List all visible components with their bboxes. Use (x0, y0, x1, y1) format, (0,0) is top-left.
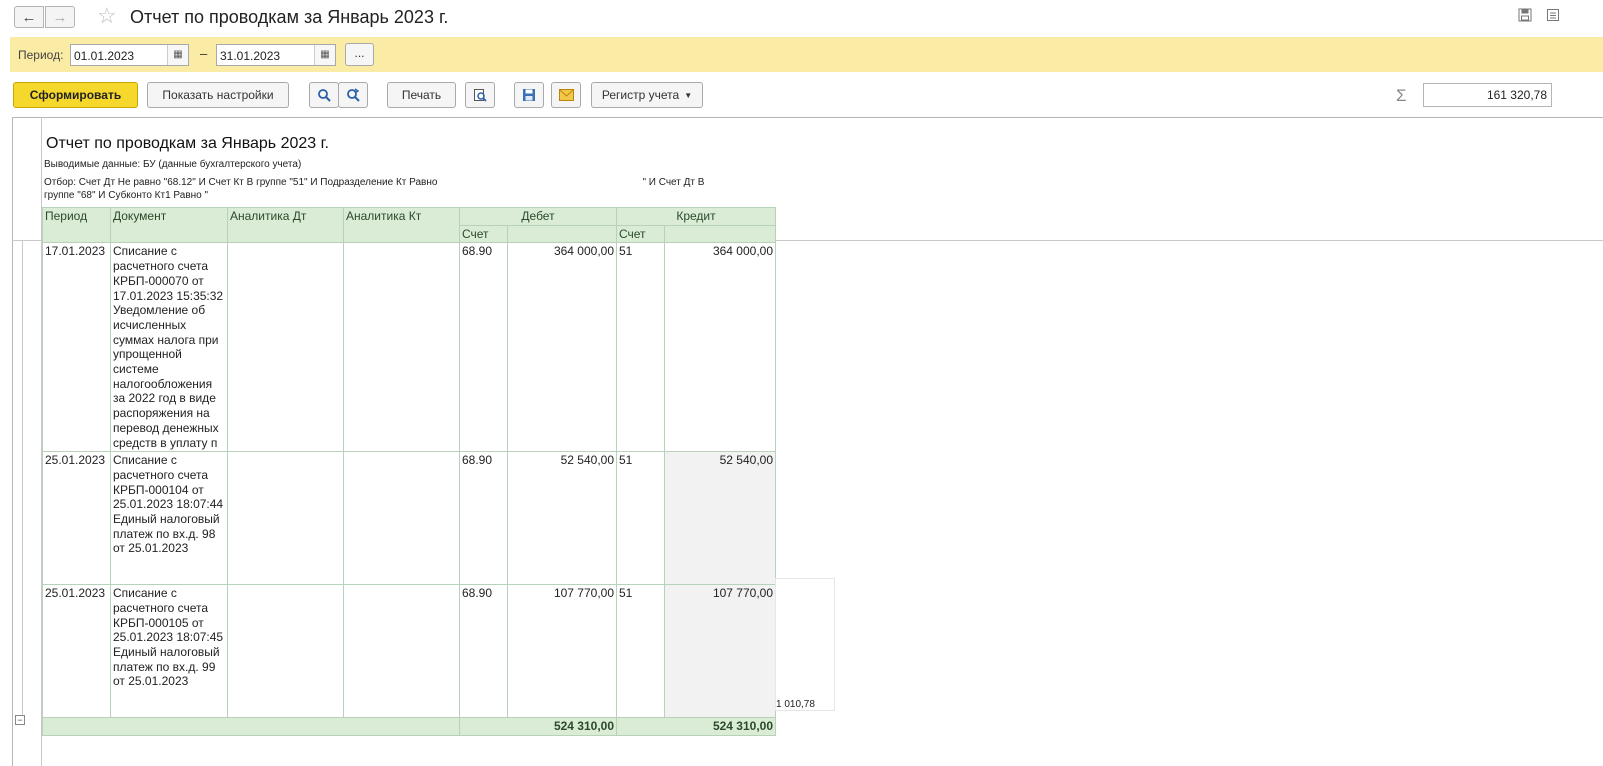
header-analytics-dt: Аналитика Дт (227, 206, 344, 244)
calendar-icon[interactable]: ▦ (167, 45, 188, 65)
header-kt-account: Счет (616, 224, 665, 244)
print-preview-button[interactable] (465, 82, 495, 108)
arrow-right-icon: → (52, 8, 68, 26)
cell-analytics-dt (227, 451, 344, 586)
period-label: Период: (18, 48, 64, 62)
selection-sum-field[interactable]: 161 320,78 (1423, 83, 1552, 107)
header-kt-amount (664, 224, 776, 244)
period-to-value: 31.01.2023 (220, 49, 281, 63)
side-cell (775, 578, 835, 711)
cell-kt-amount: 52 540,00 (664, 451, 776, 586)
send-email-button[interactable] (551, 82, 581, 108)
period-from-input[interactable]: 01.01.2023 ▦ (70, 44, 189, 66)
forward-button[interactable]: → (45, 6, 75, 28)
filter-line-1-end: " И Счет Дт В (642, 177, 705, 188)
cell-dt-account: 68.90 (459, 451, 508, 586)
table-row[interactable]: 25.01.2023 Списание с расчетного счета К… (42, 451, 776, 586)
more-icon[interactable] (1545, 8, 1561, 24)
arrow-left-icon: ← (21, 8, 37, 26)
floppy-icon (523, 89, 535, 101)
period-dash: – (200, 46, 208, 61)
header-dt-account: Счет (459, 224, 508, 244)
cell-document[interactable]: Списание с расчетного счета КРБП-000104 … (110, 451, 228, 586)
table-row[interactable]: 17.01.2023 Списание с расчетного счета К… (42, 242, 776, 453)
report-filter: Отбор: Счет Дт Не равно "68.12" И Счет К… (44, 176, 764, 202)
select-period-button[interactable]: ... (345, 43, 374, 66)
table-row[interactable]: 25.01.2023 Списание с расчетного счета К… (42, 584, 776, 719)
header-debit: Дебет (459, 207, 617, 226)
cell-analytics-dt (227, 584, 344, 719)
header-dt-amount (507, 224, 617, 244)
total-row: 524 310,00 524 310,00 (42, 717, 776, 736)
report-table: Период Документ Аналитика Дт Аналитика К… (42, 206, 776, 736)
cell-period: 25.01.2023 (42, 584, 111, 719)
cell-analytics-kt-redacted (343, 584, 460, 719)
cell-document[interactable]: Списание с расчетного счета КРБП-000070 … (110, 242, 228, 453)
cell-dt-account: 68.90 (459, 242, 508, 453)
search-button[interactable] (309, 82, 339, 108)
cell-period: 17.01.2023 (42, 242, 111, 453)
cell-document[interactable]: Списание с расчетного счета КРБП-000105 … (110, 584, 228, 719)
report-output-info: Выводимые данные: БУ (данные бухгалтерск… (44, 159, 302, 170)
period-bar: Период: 01.01.2023 ▦ – 31.01.2023 ▦ ... (10, 37, 1603, 72)
total-debit: 524 310,00 (459, 717, 617, 736)
cell-dt-account: 68.90 (459, 584, 508, 719)
cell-kt-account: 51 (616, 584, 665, 719)
header-credit: Кредит (616, 207, 776, 226)
cell-kt-amount: 364 000,00 (664, 242, 776, 453)
cell-period: 25.01.2023 (42, 451, 111, 586)
caret-down-icon: ▼ (684, 90, 693, 100)
header-analytics-kt: Аналитика Кт (343, 206, 460, 244)
cell-analytics-kt-redacted (343, 451, 460, 586)
search-next-button[interactable] (338, 82, 368, 108)
period-from-value: 01.01.2023 (74, 49, 135, 63)
cell-analytics-kt-redacted (343, 242, 460, 453)
sigma-icon: Σ (1396, 86, 1407, 105)
floppy-icon[interactable] (1517, 8, 1533, 24)
title-bar: ← → ☆ Отчет по проводкам за Январь 2023 … (0, 0, 1603, 36)
cell-kt-account: 51 (616, 242, 665, 453)
register-dropdown[interactable]: Регистр учета ▼ (591, 82, 703, 108)
generate-button[interactable]: Сформировать (13, 82, 138, 108)
cell-dt-amount: 52 540,00 (507, 451, 617, 586)
collapse-group-icon[interactable]: − (15, 715, 25, 725)
header-document: Документ (110, 206, 228, 244)
filter-line-2: группе "68" И Субконто Кт1 Равно " (44, 190, 209, 201)
cell-dt-amount: 364 000,00 (507, 242, 617, 453)
filter-line-1: Отбор: Счет Дт Не равно "68.12" И Счет К… (44, 177, 438, 188)
back-button[interactable]: ← (14, 6, 44, 28)
window-title: Отчет по проводкам за Январь 2023 г. (130, 7, 449, 27)
search-refresh-icon (347, 88, 360, 102)
total-credit: 524 310,00 (616, 717, 776, 736)
favorite-star-icon[interactable]: ☆ (97, 3, 117, 29)
group-line (22, 241, 23, 725)
calendar-icon[interactable]: ▦ (314, 45, 335, 65)
cell-kt-account: 51 (616, 451, 665, 586)
register-label: Регистр учета (601, 88, 680, 102)
save-button[interactable] (514, 82, 544, 108)
cell-analytics-dt (227, 242, 344, 453)
period-to-input[interactable]: 31.01.2023 ▦ (216, 44, 336, 66)
show-settings-button[interactable]: Показать настройки (147, 82, 289, 108)
header-period: Период (42, 206, 111, 244)
side-note-value: 1 010,78 (776, 699, 815, 710)
total-label-cell (42, 717, 460, 736)
print-button[interactable]: Печать (387, 82, 456, 108)
envelope-icon (558, 89, 574, 101)
report-title: Отчет по проводкам за Январь 2023 г. (46, 135, 329, 152)
cell-kt-amount: 107 770,00 (664, 584, 776, 719)
search-icon (318, 89, 331, 102)
cell-dt-amount: 107 770,00 (507, 584, 617, 719)
preview-icon (474, 89, 487, 102)
